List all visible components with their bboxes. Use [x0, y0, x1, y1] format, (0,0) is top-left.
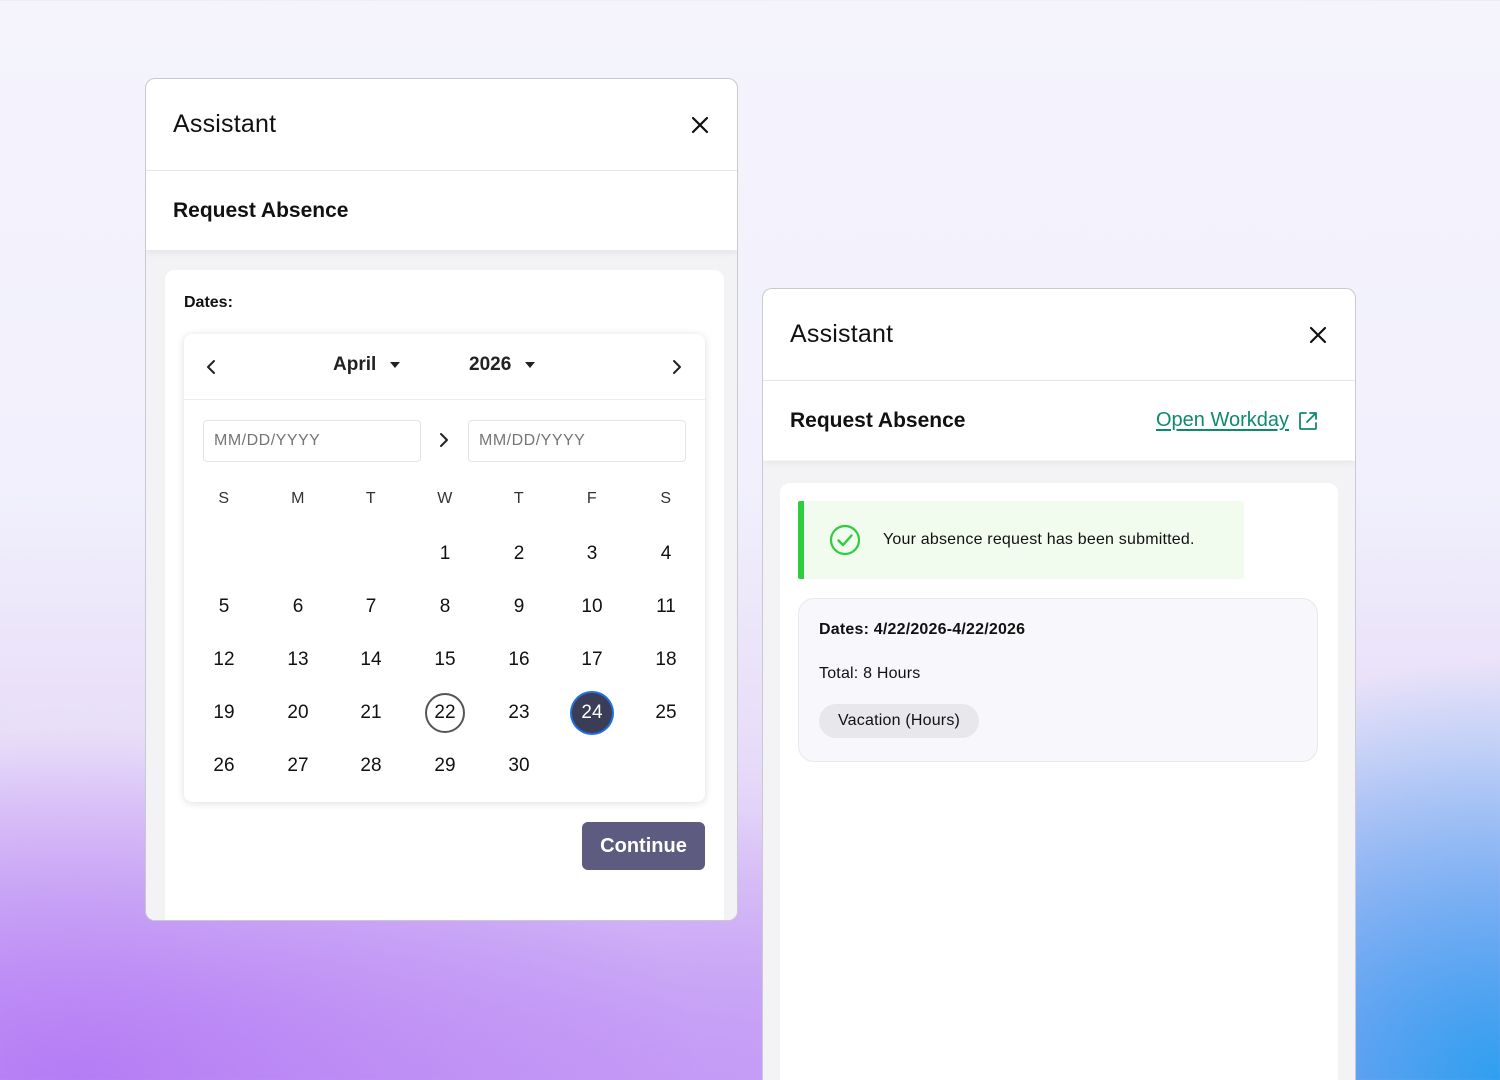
section-title: Request Absence — [790, 408, 966, 432]
day-cell[interactable]: 25 — [646, 693, 686, 733]
close-button[interactable] — [685, 110, 715, 140]
continue-button[interactable]: Continue — [582, 822, 705, 870]
caret-down-icon — [390, 362, 401, 368]
day-cell[interactable]: 16 — [499, 640, 539, 680]
success-message: Your absence request has been submitted. — [883, 531, 1195, 548]
absence-summary: Dates: 4/22/2026-4/22/2026 Total: 8 Hour… — [798, 598, 1318, 762]
day-today[interactable]: 22 — [425, 693, 465, 733]
day-cell[interactable]: 6 — [278, 587, 318, 627]
day-cell[interactable]: 15 — [425, 640, 465, 680]
day-cell[interactable]: 26 — [204, 746, 244, 786]
day-cell[interactable]: 27 — [278, 746, 318, 786]
year-value: 2026 — [469, 354, 512, 375]
weekday-label: W — [437, 490, 453, 507]
panel-title: Assistant — [173, 110, 277, 138]
day-cell[interactable]: 12 — [204, 640, 244, 680]
open-workday-link[interactable]: Open Workday — [1156, 409, 1319, 432]
day-cell[interactable]: 28 — [351, 746, 391, 786]
date-range-calendar: April 2026 MM/DD/YYYY MM/DD/YYYY S M T W… — [184, 334, 705, 802]
panel-header: Assistant — [763, 289, 1355, 381]
summary-dates: Dates: 4/22/2026-4/22/2026 — [819, 621, 1026, 638]
caret-down-icon — [525, 362, 536, 368]
day-cell[interactable]: 9 — [499, 587, 539, 627]
weekday-label: F — [586, 490, 598, 507]
month-select[interactable]: April — [333, 354, 401, 376]
calendar-nav: April 2026 — [184, 334, 705, 400]
close-icon — [691, 116, 709, 133]
day-cell[interactable]: 23 — [499, 693, 539, 733]
day-cell[interactable]: 20 — [278, 693, 318, 733]
day-cell[interactable]: 3 — [572, 534, 612, 574]
day-cell[interactable]: 5 — [204, 587, 244, 627]
day-cell[interactable]: 7 — [351, 587, 391, 627]
day-cell[interactable]: 14 — [351, 640, 391, 680]
panel-body: Your absence request has been submitted.… — [763, 461, 1355, 1080]
absence-type-tag: Vacation (Hours) — [819, 704, 980, 738]
day-cell[interactable]: 29 — [425, 746, 465, 786]
open-workday-label: Open Workday — [1155, 409, 1289, 431]
chevron-left-icon — [207, 360, 215, 374]
day-cell[interactable]: 1 — [425, 534, 465, 574]
date-range-inputs — [184, 400, 705, 486]
day-cell[interactable]: 21 — [351, 693, 391, 733]
panel-body: Dates: April 2026 MM/DD/YYYY MM/DD/YYYY … — [146, 250, 737, 920]
weekday-label: T — [365, 490, 377, 507]
day-cell[interactable]: 8 — [425, 587, 465, 627]
close-button[interactable] — [1303, 320, 1333, 350]
external-link-icon — [1299, 411, 1317, 430]
panel-header: Assistant — [146, 79, 737, 171]
weekday-label: M — [291, 490, 305, 507]
chevron-right-icon — [673, 360, 681, 374]
day-cell[interactable]: 11 — [646, 587, 686, 627]
section-header: Request Absence — [146, 171, 737, 250]
day-cell[interactable]: 30 — [499, 746, 539, 786]
chevron-right-icon — [434, 430, 454, 450]
check-circle-icon — [829, 524, 861, 556]
weekday-label: S — [660, 490, 672, 507]
section-title: Request Absence — [173, 198, 349, 222]
day-cell[interactable]: 17 — [572, 640, 612, 680]
day-cell[interactable]: 2 — [499, 534, 539, 574]
summary-total: Total: 8 Hours — [819, 665, 921, 682]
success-banner: Your absence request has been submitted. — [798, 501, 1244, 579]
assistant-panel-calendar: Assistant Request Absence Dates: April 2… — [145, 78, 738, 921]
day-cell[interactable]: 18 — [646, 640, 686, 680]
day-cell[interactable]: 4 — [646, 534, 686, 574]
year-select[interactable]: 2026 — [469, 354, 536, 376]
confirmation-card: Your absence request has been submitted.… — [780, 483, 1338, 1080]
day-selected[interactable]: 24 — [572, 693, 612, 733]
month-value: April — [333, 354, 377, 375]
close-icon — [1309, 326, 1327, 343]
weekday-header: SMTWTFS — [184, 490, 705, 514]
weekday-label: T — [513, 490, 525, 507]
dates-label: Dates: — [184, 294, 233, 311]
next-month-button[interactable] — [665, 355, 689, 379]
start-date-input[interactable] — [203, 420, 421, 462]
end-date-input[interactable] — [468, 420, 686, 462]
day-cell[interactable]: 10 — [572, 587, 612, 627]
day-cell[interactable]: 13 — [278, 640, 318, 680]
day-cell[interactable]: 19 — [204, 693, 244, 733]
previous-month-button[interactable] — [199, 355, 223, 379]
panel-title: Assistant — [790, 320, 894, 348]
weekday-label: S — [218, 490, 230, 507]
assistant-panel-confirmation: Assistant Request Absence Open Workday Y… — [762, 288, 1356, 1080]
section-header: Request Absence Open Workday — [763, 381, 1355, 460]
